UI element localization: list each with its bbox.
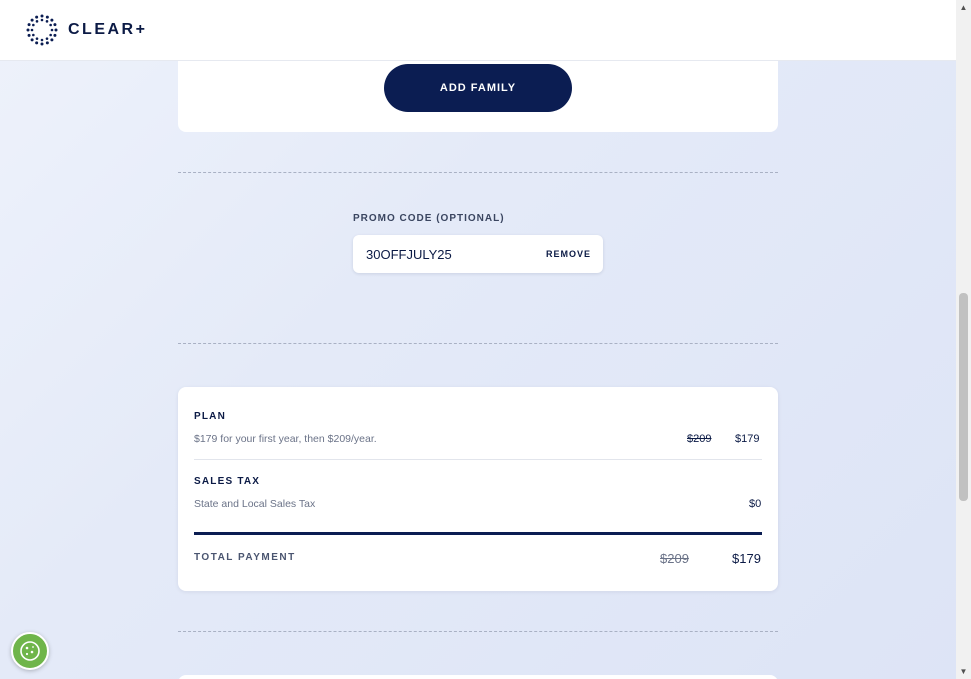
section-divider [178, 631, 778, 632]
logo-dot [40, 38, 44, 42]
plan-label: PLAN [194, 411, 227, 422]
logo-dot [26, 28, 30, 32]
logo-dot [40, 14, 44, 18]
sales-tax-label: SALES TAX [194, 476, 261, 487]
total-separator [194, 532, 762, 535]
section-divider [178, 172, 778, 173]
sales-tax-amount: $0 [749, 498, 762, 510]
promo-code-value[interactable]: 30OFFJULY25 [366, 247, 452, 262]
plan-discounted-price: $179 [735, 433, 760, 445]
logo-dot [30, 38, 34, 42]
logo-dot [35, 37, 39, 40]
order-summary-card: PLAN $179 for your first year, then $209… [178, 387, 778, 591]
clear-logo-icon[interactable] [26, 14, 58, 46]
logo-dot [30, 18, 34, 22]
brand-plus: + [135, 21, 148, 38]
plan-description: $179 for your first year, then $209/year… [194, 433, 377, 445]
logo-dot [35, 41, 39, 45]
total-payment-label: TOTAL PAYMENT [194, 552, 296, 563]
logo-dot [32, 33, 35, 37]
logo-dot [45, 15, 49, 19]
vertical-scrollbar[interactable]: ▲ ▼ [956, 0, 971, 679]
plan-original-price: $209 [687, 433, 712, 445]
promo-code-label: PROMO CODE (OPTIONAL) [353, 213, 505, 224]
logo-dot [50, 38, 54, 42]
scrollbar-thumb[interactable] [959, 293, 968, 501]
logo-dot [40, 42, 44, 46]
promo-code-field[interactable]: 30OFFJULY25 REMOVE [353, 235, 603, 273]
logo-dot [50, 18, 54, 22]
checkout-page: CLEAR+ ADD FAMILY PROMO CODE (OPTIONAL) … [0, 0, 956, 679]
logo-dot [30, 28, 34, 32]
logo-dot [27, 33, 31, 37]
logo-dot [49, 23, 52, 27]
scroll-up-arrow-icon[interactable]: ▲ [956, 0, 971, 15]
scroll-down-arrow-icon[interactable]: ▼ [956, 664, 971, 679]
total-original-price: $209 [660, 551, 689, 566]
add-family-button[interactable]: ADD FAMILY [384, 64, 572, 112]
logo-dot [35, 15, 39, 19]
row-separator [194, 459, 762, 460]
next-section-card [178, 675, 778, 679]
brand-logo[interactable]: CLEAR+ [68, 21, 147, 39]
brand-name: CLEAR [68, 21, 136, 38]
logo-dot [45, 41, 49, 45]
site-header: CLEAR+ [0, 0, 956, 61]
section-divider [178, 343, 778, 344]
logo-dot [54, 28, 58, 32]
logo-dot [53, 33, 57, 37]
total-discounted-price: $179 [732, 551, 761, 566]
remove-promo-button[interactable]: REMOVE [546, 249, 591, 259]
logo-dot [27, 23, 31, 27]
logo-dot [53, 23, 57, 27]
logo-dot [32, 23, 35, 27]
logo-dot [45, 20, 49, 23]
logo-dot [35, 20, 39, 23]
logo-dot [49, 33, 52, 37]
logo-dot [45, 37, 49, 40]
logo-dot [40, 18, 44, 22]
cookie-settings-button[interactable] [11, 632, 49, 670]
sales-tax-description: State and Local Sales Tax [194, 498, 316, 510]
logo-dot [50, 28, 54, 32]
cookie-icon [20, 641, 40, 661]
